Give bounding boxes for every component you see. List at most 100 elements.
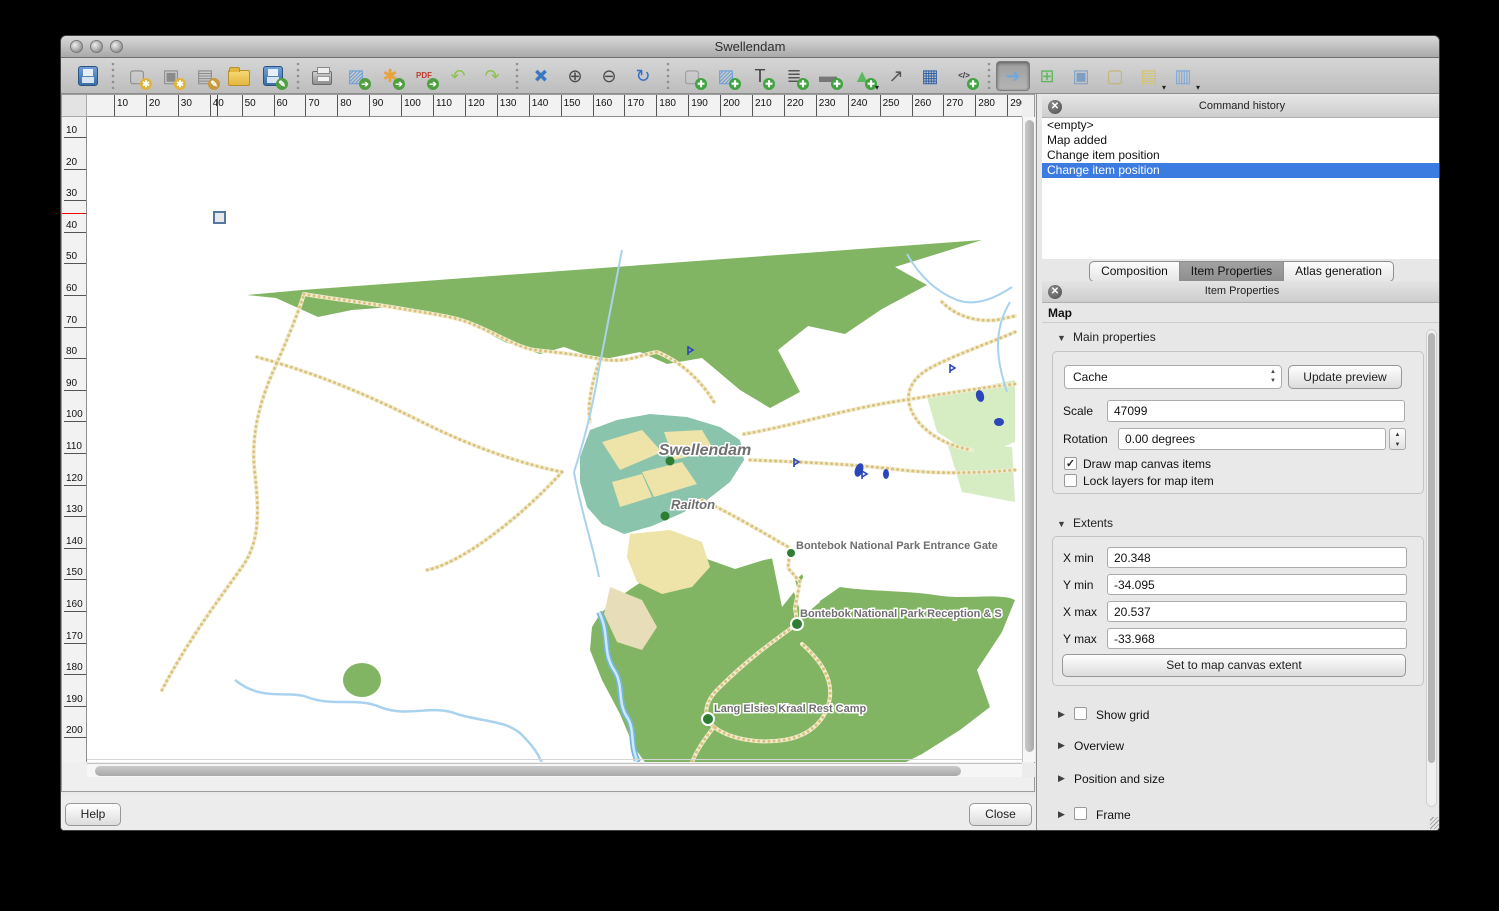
duplicate-composition-icon[interactable]: ▣✱ xyxy=(154,61,188,91)
command-history-item[interactable]: Map added xyxy=(1042,133,1440,148)
collapse-arrow-icon[interactable]: ▼ xyxy=(1057,519,1066,529)
tab-atlas-generation[interactable]: Atlas generation xyxy=(1283,261,1394,282)
export-svg-icon[interactable]: ✱➔ xyxy=(373,61,407,91)
x-max-label: X max xyxy=(1063,605,1097,619)
item-properties-content: ▼ Main properties Cache ▲▼ Update previe… xyxy=(1042,323,1440,831)
x-max-input[interactable]: 20.537 xyxy=(1107,601,1407,622)
ruler-tick: 40 xyxy=(64,219,87,233)
toolbar-separator xyxy=(983,63,994,89)
scale-input[interactable]: 47099 xyxy=(1107,400,1405,422)
ruler-tick: 100 xyxy=(64,408,87,422)
toolbar: ▢✱▣✱▤✎ ✎ ▨➔✱➔PDF➔↶↷ ✚⊕⊖↻ ▢✚▨✚T✚≣✚▬✚▲✚▾↗▦</>✚… xyxy=(61,58,1439,94)
zoom-out-icon[interactable]: ⊖ xyxy=(592,61,626,91)
zoom-in-icon[interactable]: ⊕ xyxy=(558,61,592,91)
y-min-input[interactable]: -34.095 xyxy=(1107,574,1407,595)
add-scalebar-icon[interactable]: ▬✚ xyxy=(811,61,845,91)
refresh-icon[interactable]: ↻ xyxy=(626,61,660,91)
export-pdf-icon[interactable]: PDF➔ xyxy=(407,61,441,91)
raise-lower-items-icon[interactable]: ▤▾ xyxy=(1132,61,1166,91)
new-composition-icon[interactable]: ▢✱ xyxy=(120,61,154,91)
ruler-tick: 110 xyxy=(64,440,87,454)
help-button[interactable]: Help xyxy=(65,803,121,826)
select-move-item-icon[interactable]: ➔ xyxy=(996,61,1030,91)
export-image-icon[interactable]: ▨➔ xyxy=(339,61,373,91)
y-max-input[interactable]: -33.968 xyxy=(1107,628,1407,649)
expand-arrow-icon[interactable]: ▶ xyxy=(1058,809,1065,820)
add-map-icon[interactable]: ▢✚ xyxy=(675,61,709,91)
collapse-arrow-icon[interactable]: ▼ xyxy=(1057,333,1066,343)
ruler-tick: 160 xyxy=(593,95,594,117)
x-min-label: X min xyxy=(1063,551,1094,565)
add-attribute-table-icon[interactable]: ▦ xyxy=(913,61,947,91)
zoom-full-icon[interactable]: ✚ xyxy=(524,61,558,91)
ruler-tick: 100 xyxy=(401,95,402,117)
resize-grip[interactable] xyxy=(1430,817,1440,829)
expand-arrow-icon[interactable]: ▶ xyxy=(1058,740,1065,751)
add-html-icon[interactable]: </>✚ xyxy=(947,61,981,91)
cache-dropdown[interactable]: Cache ▲▼ xyxy=(1064,365,1282,389)
item-properties-dock-titlebar: ✕ Item Properties xyxy=(1042,281,1440,303)
expand-arrow-icon[interactable]: ▶ xyxy=(1058,773,1065,784)
tab-composition[interactable]: Composition xyxy=(1089,261,1180,282)
x-min-input[interactable]: 20.348 xyxy=(1107,547,1407,568)
set-to-map-canvas-extent-button[interactable]: Set to map canvas extent xyxy=(1062,654,1406,677)
footer-bar: Help Close xyxy=(61,794,1037,831)
add-label-icon[interactable]: T✚ xyxy=(743,61,777,91)
add-image-icon[interactable]: ▨✚ xyxy=(709,61,743,91)
ruler-tick: 110 xyxy=(433,95,434,117)
update-preview-button[interactable]: Update preview xyxy=(1288,365,1402,389)
ruler-tick: 180 xyxy=(656,95,657,117)
poi-dot xyxy=(661,512,670,521)
composer-manager-icon[interactable]: ▤✎ xyxy=(188,61,222,91)
checkbox[interactable] xyxy=(1074,707,1087,720)
ruler-tick: 70 xyxy=(64,314,87,328)
command-history-item[interactable]: Change item position xyxy=(1042,163,1440,178)
ruler-tick: 190 xyxy=(64,693,87,707)
canvas-horizontal-scrollbar[interactable] xyxy=(87,763,1022,777)
map-item[interactable]: SwellendamRailtonBontebok National Park … xyxy=(87,117,1022,762)
command-history-item[interactable]: Change item position xyxy=(1042,148,1440,163)
print-icon[interactable] xyxy=(305,61,339,91)
rotation-label: Rotation xyxy=(1063,432,1108,446)
item-type-label: Map xyxy=(1042,303,1440,323)
group-items-icon[interactable]: ▣ xyxy=(1064,61,1098,91)
checkbox[interactable]: ✓ xyxy=(1064,457,1077,470)
canvas-vertical-scrollbar[interactable] xyxy=(1022,117,1035,762)
close-button[interactable]: Close xyxy=(969,803,1032,826)
ruler-tick: 40 xyxy=(210,95,211,117)
tab-item-properties[interactable]: Item Properties xyxy=(1179,261,1284,282)
cursor-position-marker xyxy=(217,95,218,117)
new-composer-item[interactable] xyxy=(213,211,226,224)
save-composition-icon[interactable] xyxy=(71,61,105,91)
checkbox[interactable] xyxy=(1074,807,1087,820)
section-position-and-size: Position and size xyxy=(1074,772,1165,786)
move-item-content-icon[interactable]: ⊞ xyxy=(1030,61,1064,91)
checkbox[interactable] xyxy=(1064,474,1077,487)
ruler-tick: 190 xyxy=(688,95,689,117)
panel-scrollbar[interactable] xyxy=(1426,329,1437,807)
add-shape-icon[interactable]: ▲✚▾ xyxy=(845,61,879,91)
command-history-item[interactable]: <empty> xyxy=(1042,118,1440,133)
ruler-tick: 250 xyxy=(880,95,881,117)
add-arrow-icon[interactable]: ↗ xyxy=(879,61,913,91)
rotation-input[interactable]: 0.00 degrees xyxy=(1118,428,1386,450)
align-items-icon[interactable]: ▥▾ xyxy=(1166,61,1200,91)
ruler-tick: 90 xyxy=(369,95,370,117)
ruler-tick: 260 xyxy=(912,95,913,117)
rotation-spinner[interactable]: ▲▼ xyxy=(1389,428,1406,450)
title-bar[interactable]: Swellendam xyxy=(61,36,1439,58)
redo-icon[interactable]: ↷ xyxy=(475,61,509,91)
ungroup-items-icon[interactable]: ▢ xyxy=(1098,61,1132,91)
save-template-icon[interactable]: ✎ xyxy=(256,61,290,91)
ruler-tick: 120 xyxy=(465,95,466,117)
undo-icon[interactable]: ↶ xyxy=(441,61,475,91)
ruler-tick: 10 xyxy=(114,95,115,117)
composition-canvas[interactable]: SwellendamRailtonBontebok National Park … xyxy=(87,117,1022,762)
command-history-list[interactable]: <empty>Map addedChange item positionChan… xyxy=(1042,118,1440,259)
add-legend-icon[interactable]: ≣✚ xyxy=(777,61,811,91)
ruler-tick: 120 xyxy=(64,472,87,486)
load-template-icon[interactable] xyxy=(222,61,256,91)
expand-arrow-icon[interactable]: ▶ xyxy=(1058,709,1065,720)
window-title: Swellendam xyxy=(61,39,1439,54)
ruler-tick: 130 xyxy=(64,503,87,517)
